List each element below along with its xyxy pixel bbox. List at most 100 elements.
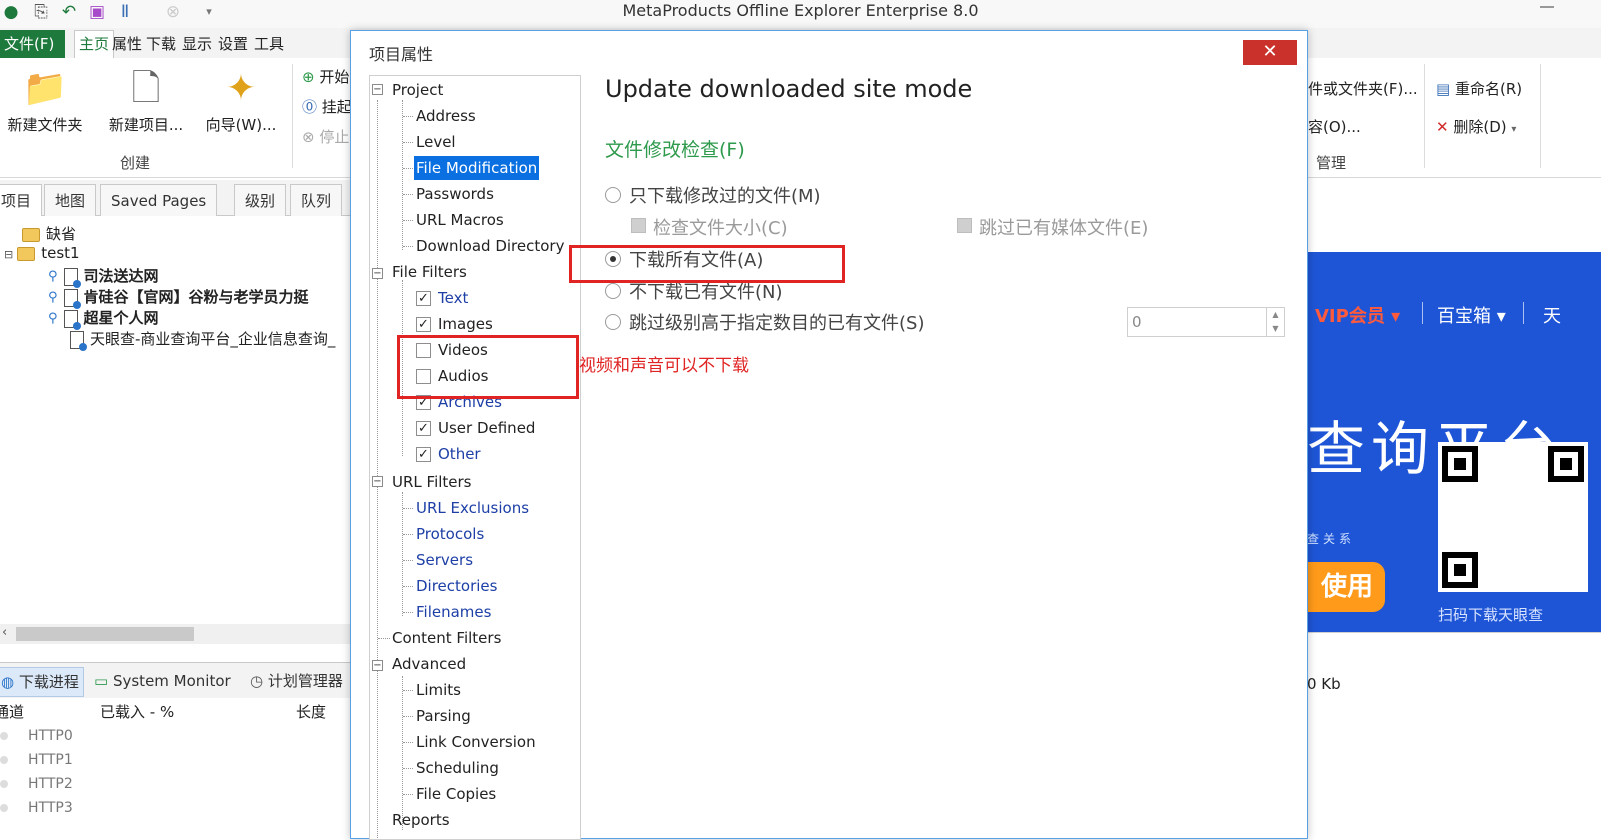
collapse-icon[interactable]: − (372, 476, 383, 487)
sky-link[interactable]: 天 (1543, 302, 1561, 328)
status-dot-icon (0, 732, 8, 740)
tab-properties[interactable]: 属性 (108, 32, 146, 56)
tree-guide (403, 768, 413, 769)
tree-item-limits[interactable]: Limits (416, 680, 461, 700)
scrollbar-thumb[interactable] (16, 627, 194, 641)
rename-button[interactable]: ▤ 重命名(R) (1436, 78, 1522, 99)
tree-item-address[interactable]: Address (416, 106, 476, 126)
tree-item-file-copies[interactable]: File Copies (416, 784, 496, 804)
column-loaded[interactable]: 已载入 - % (100, 701, 174, 722)
tree-item-filenames[interactable]: Filenames (416, 602, 491, 622)
tree-item-passwords[interactable]: Passwords (416, 184, 494, 204)
wizard-button[interactable]: ✦ 向导(W)... (200, 68, 282, 135)
tree-guide (377, 100, 378, 839)
pause-button[interactable]: ⓪ 挂起 (302, 96, 352, 117)
tab-download[interactable]: 下载 (142, 32, 180, 56)
close-button[interactable]: ✕ (1243, 40, 1297, 65)
tree-item-project[interactable]: ⚲ 肯硅谷【官网】谷粉与老学员力挺 (48, 286, 309, 309)
other-checkbox[interactable]: ✓ (416, 447, 431, 462)
start-button[interactable]: ⊕ 开始 (302, 66, 349, 87)
skip-level-label[interactable]: 跳过级别高于指定数目的已有文件(S) (629, 309, 924, 335)
spin-down-icon[interactable]: ▼ (1272, 324, 1278, 333)
files-or-folders-button[interactable]: 件或文件夹(F)... (1308, 78, 1418, 99)
chevron-down-icon: ▾ (1511, 124, 1517, 135)
tab-download-progress[interactable]: ◍ 下载进程 (0, 667, 84, 697)
tree-item-reports[interactable]: Reports (392, 810, 450, 830)
tree-item-other[interactable]: Other (438, 444, 481, 464)
tree-item-url-macros[interactable]: URL Macros (416, 210, 504, 230)
text-checkbox[interactable]: ✓ (416, 291, 431, 306)
tree-item-project[interactable]: ⚲ 超星个人网 (48, 307, 159, 330)
new-folder-button[interactable]: 📁 新建文件夹 (0, 68, 90, 135)
skip-media-checkbox[interactable] (957, 218, 972, 233)
minimize-icon[interactable] (1540, 6, 1554, 8)
column-length[interactable]: 长度 (296, 701, 326, 722)
toolbox-menu[interactable]: 百宝箱 ▾ (1437, 302, 1506, 328)
ribbon-separator (1424, 64, 1425, 168)
tree-item-protocols[interactable]: Protocols (416, 524, 484, 544)
level-spinner[interactable]: ▲ ▼ (1267, 307, 1285, 337)
tree-item-parsing[interactable]: Parsing (416, 706, 471, 726)
tree-item-content-filters[interactable]: Content Filters (392, 628, 501, 648)
skip-media-label[interactable]: 跳过已有媒体文件(E) (979, 214, 1148, 240)
modified-only-radio[interactable] (605, 187, 621, 203)
tree-item-user-defined[interactable]: User Defined (438, 418, 535, 438)
tree-item-url-exclusions[interactable]: URL Exclusions (416, 498, 529, 518)
tab-settings[interactable]: 设置 (214, 32, 252, 56)
tab-system-monitor[interactable]: ▭ System Monitor (94, 667, 231, 695)
tree-item-file-modification[interactable]: File Modification (414, 156, 540, 180)
tree-horizontal-scrollbar[interactable]: ‹ (0, 624, 352, 644)
file-size-label[interactable]: 检查文件大小(C) (653, 214, 788, 240)
tree-item-images[interactable]: Images (438, 314, 493, 334)
tree-item-link-conversion[interactable]: Link Conversion (416, 732, 536, 752)
content-button[interactable]: 容(O)... (1308, 116, 1361, 137)
skip-level-radio[interactable] (605, 314, 621, 330)
vip-menu[interactable]: VIP会员 ▾ (1315, 302, 1400, 328)
modified-only-label[interactable]: 只下载修改过的文件(M) (629, 182, 821, 208)
images-checkbox[interactable]: ✓ (416, 317, 431, 332)
tree-item-url-filters[interactable]: URL Filters (392, 472, 472, 492)
tree-item-servers[interactable]: Servers (416, 550, 473, 570)
collapse-icon[interactable]: − (372, 660, 383, 671)
tree-item-advanced[interactable]: Advanced (392, 654, 466, 674)
collapse-icon[interactable]: ⊟ (4, 248, 13, 261)
tree-item-scheduling[interactable]: Scheduling (416, 758, 499, 778)
tree-guide (403, 716, 413, 717)
collapse-icon[interactable]: − (372, 268, 383, 279)
tab-saved-pages[interactable]: Saved Pages (100, 184, 218, 216)
use-button[interactable]: 使用 (1307, 562, 1385, 612)
tab-projects[interactable]: 项目 (0, 184, 43, 216)
stop-button[interactable]: ⊗ 停止 (302, 126, 349, 147)
tab-view[interactable]: 显示 (178, 32, 216, 56)
collapse-icon[interactable]: − (372, 84, 383, 95)
tab-scheduler[interactable]: ◷ 计划管理器 (250, 667, 343, 695)
tree-item-project[interactable]: ⚲ 司法送达网 (48, 265, 159, 288)
tree-item-project[interactable]: 天眼查-商业查询平台_企业信息查询_ (70, 328, 335, 351)
tree-item-download-directory[interactable]: Download Directory (416, 236, 564, 256)
file-tab[interactable]: 文件(F) (0, 30, 65, 58)
tab-map[interactable]: 地图 (44, 184, 97, 216)
tree-item-level[interactable]: Level (416, 132, 456, 152)
tab-tools[interactable]: 工具 (250, 32, 288, 56)
tree-item-test1[interactable]: ⊟ test1 (4, 244, 80, 262)
tab-levels[interactable]: 级别 (234, 184, 287, 216)
tree-item-text[interactable]: Text (438, 288, 468, 308)
title-bar: ● ⎘ ↶ ▣ Ⅱ ⊗ ▾ MetaProducts Offline Explo… (0, 0, 1601, 28)
tree-guide (403, 194, 413, 195)
file-size-checkbox[interactable] (631, 218, 646, 233)
tab-queue[interactable]: 队列 (290, 184, 343, 216)
delete-button[interactable]: ✕ 删除(D) ▾ (1436, 116, 1516, 137)
level-number-input[interactable]: 0 (1127, 307, 1267, 337)
spin-up-icon[interactable]: ▲ (1272, 310, 1278, 319)
tree-item-directories[interactable]: Directories (416, 576, 497, 596)
tree-item-file-filters[interactable]: File Filters (392, 262, 467, 282)
new-project-button[interactable]: 🗋 新建项目... (100, 68, 192, 135)
scroll-left-icon[interactable]: ‹ (2, 625, 7, 640)
tree-item-project[interactable]: Project (392, 80, 443, 100)
user-defined-checkbox[interactable]: ✓ (416, 421, 431, 436)
skip-existing-radio[interactable] (605, 283, 621, 299)
column-channel[interactable]: 通道 (0, 701, 24, 722)
tree-item-default[interactable]: 缺省 (22, 223, 76, 244)
pause-label: 挂起 (321, 98, 352, 116)
dialog-title-bar[interactable]: 项目属性 ✕ (351, 31, 1307, 71)
